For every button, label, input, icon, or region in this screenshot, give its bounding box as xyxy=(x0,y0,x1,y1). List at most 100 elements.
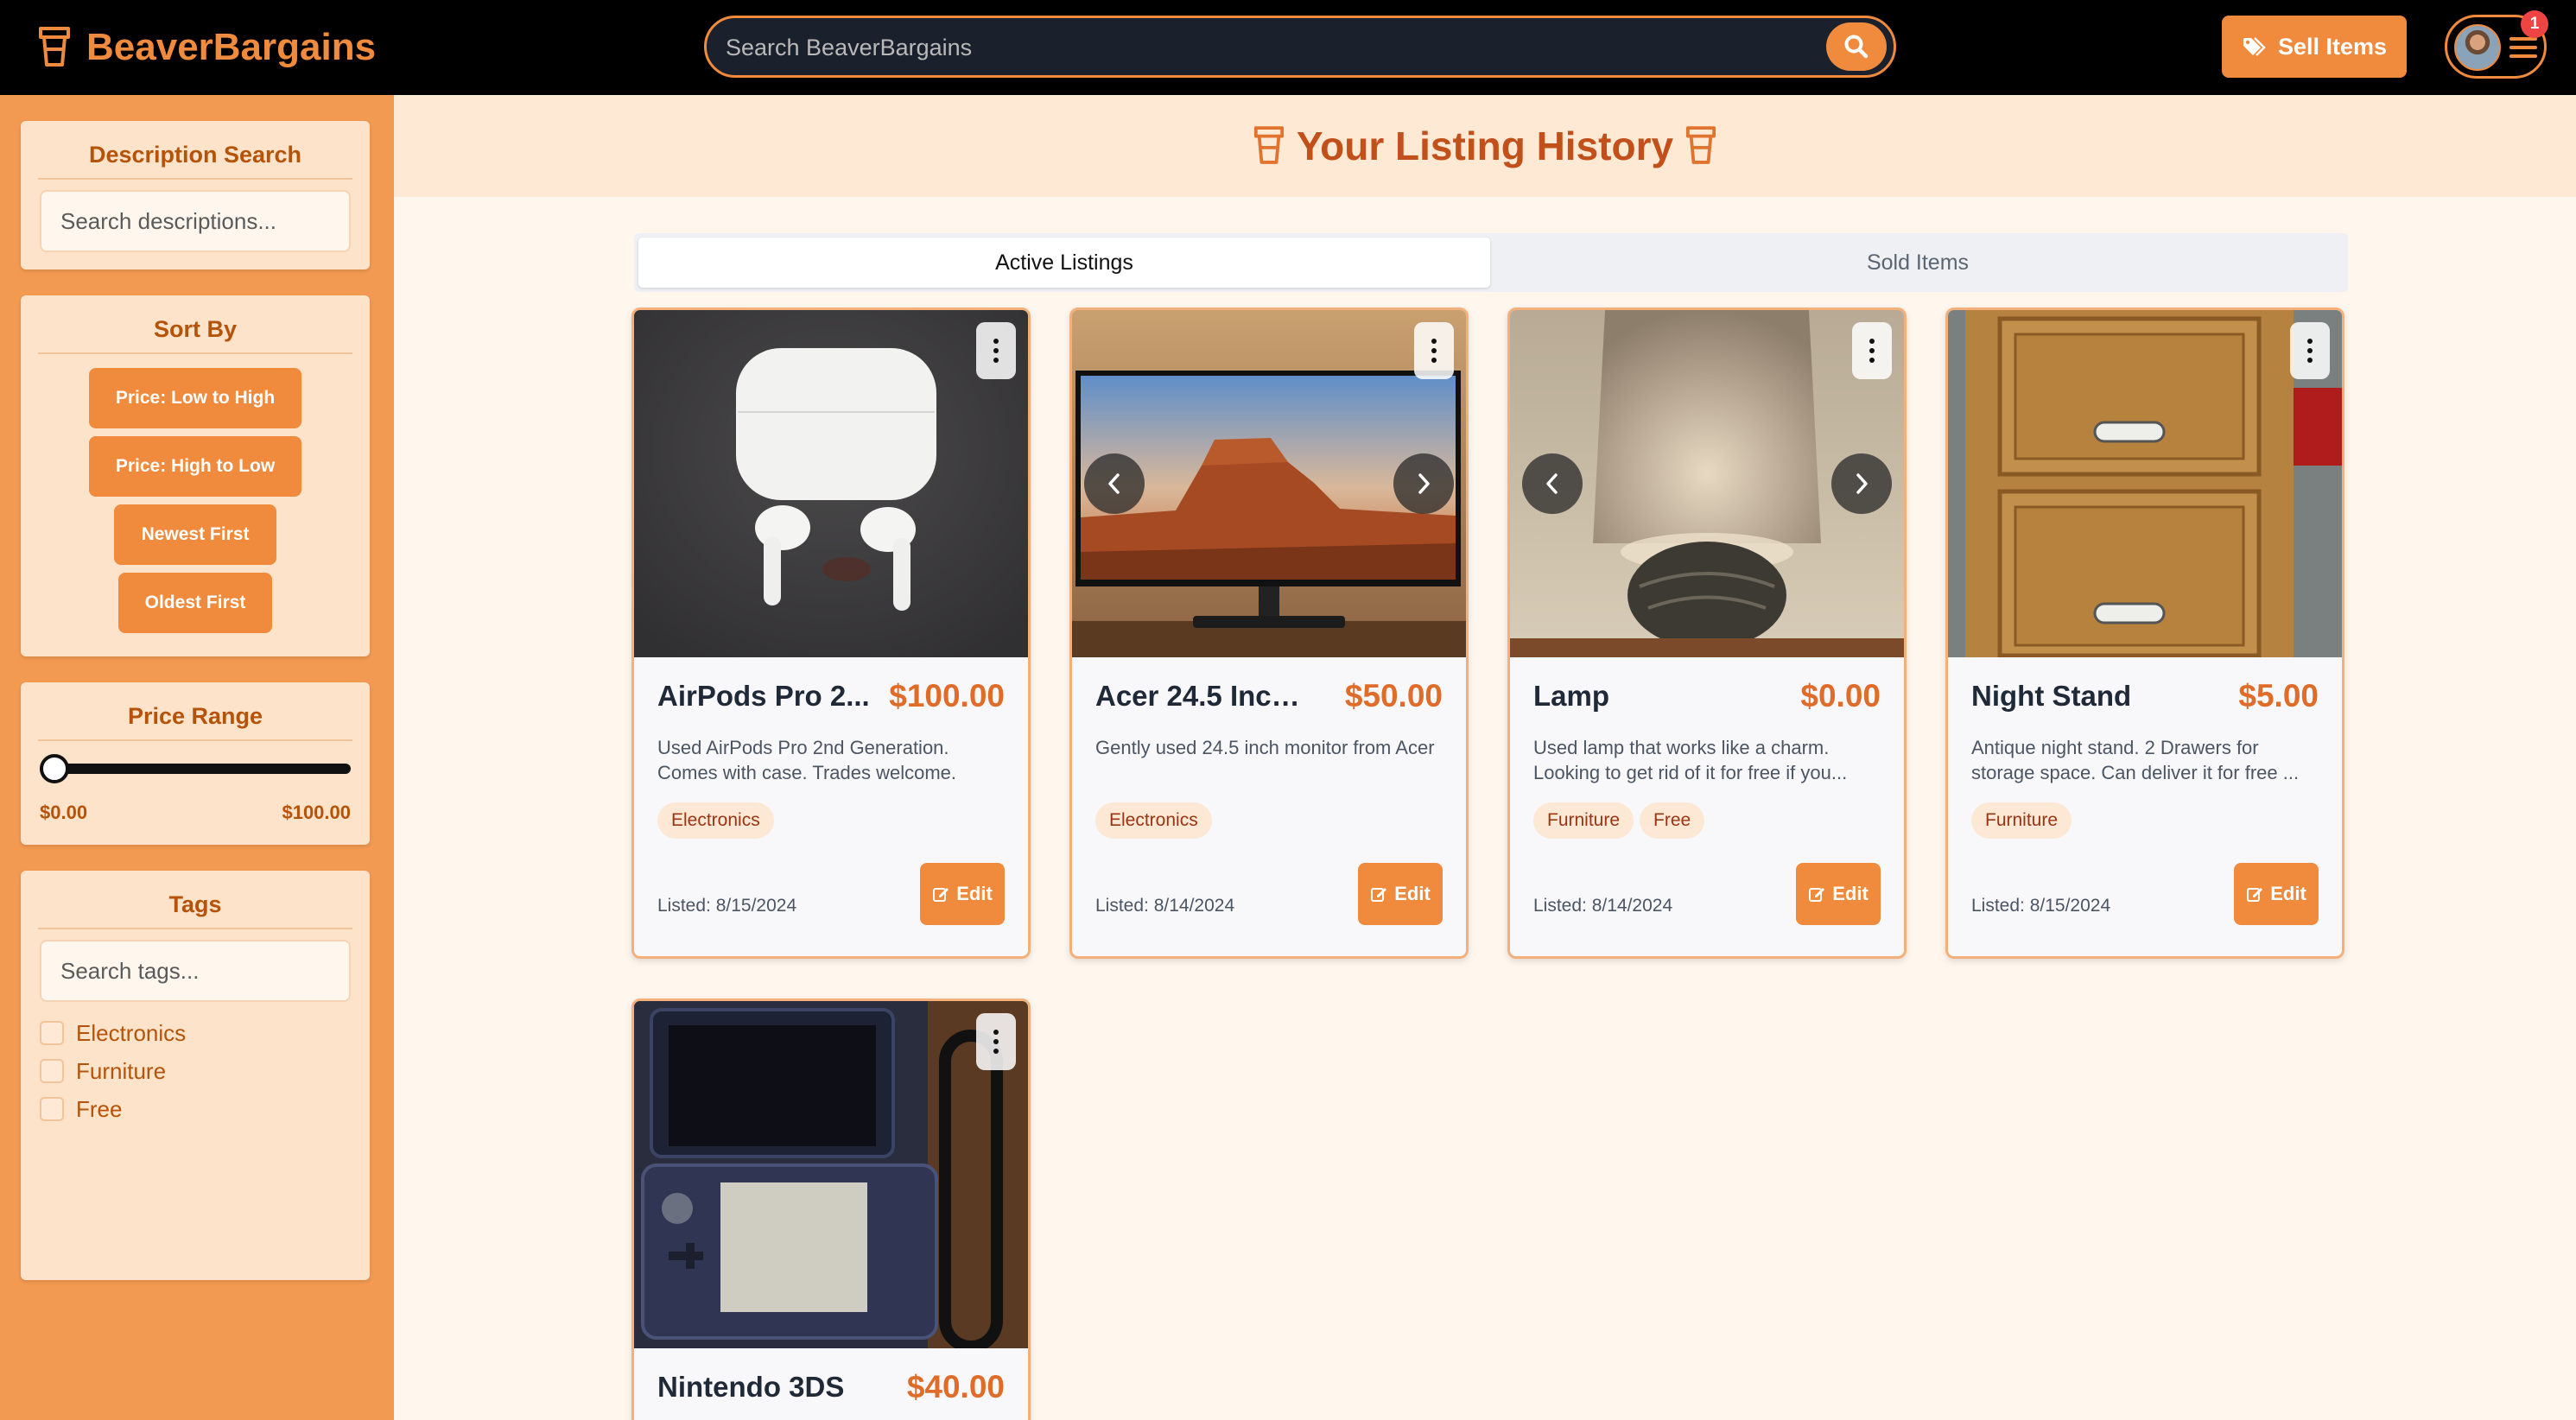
chevron-right-icon xyxy=(1418,473,1430,494)
notification-badge: 1 xyxy=(2521,10,2548,38)
listing-date: Listed: 8/15/2024 xyxy=(657,896,797,916)
chevron-left-icon xyxy=(1108,473,1120,494)
tag-checkbox[interactable] xyxy=(40,1059,64,1083)
carousel-prev-button[interactable] xyxy=(1522,453,1583,514)
listing-tag: Furniture xyxy=(1533,802,1634,839)
edit-label: Edit xyxy=(956,883,993,904)
card-options-button[interactable] xyxy=(976,322,1016,379)
beaver-bucket-icon xyxy=(1253,126,1284,164)
listing-title: Night Stand xyxy=(1971,680,2132,712)
listing-description: Gently used 24.5 inch monitor from Acer xyxy=(1095,737,1435,758)
listing-title: AirPods Pro 2... xyxy=(657,680,870,712)
listing-date: Listed: 8/14/2024 xyxy=(1095,896,1235,916)
listing-card[interactable]: Lamp $0.00 Used lamp that works like a c… xyxy=(1507,307,1907,959)
listing-image[interactable] xyxy=(1510,310,1904,657)
listing-tag: Furniture xyxy=(1971,802,2072,839)
price-range-panel: Price Range $0.00 $100.00 xyxy=(21,682,370,845)
listing-card[interactable]: Night Stand $5.00 Antique night stand. 2… xyxy=(1945,307,2344,959)
listing-tag: Electronics xyxy=(1095,802,1212,839)
tag-filter-label: Electronics xyxy=(76,1019,187,1046)
tag-filter-furniture[interactable]: Furniture xyxy=(40,1055,166,1087)
listing-date: Listed: 8/14/2024 xyxy=(1533,896,1673,916)
avatar xyxy=(2454,24,2501,71)
beaver-bucket-icon xyxy=(1686,126,1716,164)
listing-image[interactable] xyxy=(1948,310,2342,657)
sort-price-high-low-button[interactable]: Price: High to Low xyxy=(89,436,301,497)
edit-icon xyxy=(2247,888,2263,902)
listing-card[interactable]: Acer 24.5 Inch ... $50.00 Gently used 24… xyxy=(1069,307,1469,959)
sell-items-label: Sell Items xyxy=(2277,33,2388,60)
listing-description: Used AirPods Pro 2nd Generation. Comes w… xyxy=(657,737,957,783)
listing-tag: Electronics xyxy=(657,802,774,839)
sort-title: Sort By xyxy=(38,316,352,354)
tag-checkbox[interactable] xyxy=(40,1097,64,1121)
sort-panel: Sort By Price: Low to High Price: High t… xyxy=(21,295,370,656)
edit-icon xyxy=(1809,888,1825,902)
tag-filter-electronics[interactable]: Electronics xyxy=(40,1017,186,1049)
carousel-next-button[interactable] xyxy=(1393,453,1454,514)
card-options-button[interactable] xyxy=(1414,322,1454,379)
tags-panel: Tags Electronics Furniture Free xyxy=(21,871,370,1280)
edit-listing-button[interactable]: Edit xyxy=(2234,863,2319,925)
description-search-title: Description Search xyxy=(38,142,352,180)
tab-active-listings[interactable]: Active Listings xyxy=(638,238,1490,288)
page-title: Your Listing History xyxy=(1296,124,1674,168)
listing-price: $50.00 xyxy=(1344,678,1443,713)
listing-title: Nintendo 3DS xyxy=(657,1371,845,1403)
global-search-input[interactable] xyxy=(726,30,1788,65)
brand-name: BeaverBargains xyxy=(86,26,377,68)
top-navbar: BeaverBargains Sell Items 1 xyxy=(0,0,2576,95)
sort-oldest-button[interactable]: Oldest First xyxy=(118,573,272,633)
tags-icon xyxy=(2243,37,2266,56)
tag-filter-label: Furniture xyxy=(76,1057,167,1084)
edit-listing-button[interactable]: Edit xyxy=(1358,863,1443,925)
edit-listing-button[interactable]: Edit xyxy=(1796,863,1881,925)
listing-date: Listed: 8/15/2024 xyxy=(1971,896,2111,916)
listing-image[interactable] xyxy=(634,1001,1028,1348)
price-max-label: $100.00 xyxy=(282,802,351,823)
price-min-label: $0.00 xyxy=(40,802,88,823)
listing-price: $0.00 xyxy=(1800,678,1881,713)
filter-sidebar: Description Search Sort By Price: Low to… xyxy=(0,95,394,1420)
listing-tabs: Active Listings Sold Items xyxy=(634,233,2348,292)
listing-tag: Free xyxy=(1640,802,1705,839)
chevron-left-icon xyxy=(1546,473,1558,494)
global-search-bar xyxy=(704,16,1896,78)
listing-image[interactable] xyxy=(1072,310,1466,657)
edit-listing-button[interactable]: Edit xyxy=(920,863,1005,925)
brand-logo-link[interactable]: BeaverBargains xyxy=(38,22,376,73)
listing-image[interactable] xyxy=(634,310,1028,657)
listing-price: $5.00 xyxy=(2238,678,2319,713)
listing-card[interactable]: AirPods Pro 2... $100.00 Used AirPods Pr… xyxy=(631,307,1031,959)
listing-title: Lamp xyxy=(1533,680,1610,712)
listing-card[interactable]: Nintendo 3DS $40.00 xyxy=(631,998,1031,1420)
tag-checkbox[interactable] xyxy=(40,1021,64,1045)
edit-label: Edit xyxy=(2270,883,2306,904)
price-range-title: Price Range xyxy=(38,703,352,741)
search-button[interactable] xyxy=(1826,22,1887,71)
sort-price-low-high-button[interactable]: Price: Low to High xyxy=(89,368,301,428)
tab-sold-items[interactable]: Sold Items xyxy=(1492,238,2344,288)
card-options-button[interactable] xyxy=(976,1013,1016,1070)
price-slider-thumb[interactable] xyxy=(40,754,69,783)
price-slider-track[interactable] xyxy=(40,764,351,774)
beaver-bucket-icon xyxy=(39,27,70,67)
description-search-input[interactable] xyxy=(40,190,351,252)
hamburger-menu-icon xyxy=(2509,37,2537,58)
carousel-next-button[interactable] xyxy=(1831,453,1892,514)
nintendo-3ds-photo xyxy=(634,1001,1028,1348)
carousel-prev-button[interactable] xyxy=(1084,453,1145,514)
listing-price: $40.00 xyxy=(906,1369,1005,1404)
listing-description: Used lamp that works like a charm. Looki… xyxy=(1533,737,1848,783)
tag-filter-free[interactable]: Free xyxy=(40,1094,122,1125)
sell-items-button[interactable]: Sell Items xyxy=(2222,16,2407,78)
page-header: Your Listing History xyxy=(394,95,2576,197)
chevron-right-icon xyxy=(1856,473,1868,494)
card-options-button[interactable] xyxy=(1852,322,1892,379)
card-options-button[interactable] xyxy=(2290,322,2330,379)
edit-icon xyxy=(933,888,949,902)
tag-search-input[interactable] xyxy=(40,940,351,1002)
sort-newest-button[interactable]: Newest First xyxy=(114,504,276,565)
tags-title: Tags xyxy=(38,891,352,929)
tag-filter-label: Free xyxy=(76,1095,123,1122)
